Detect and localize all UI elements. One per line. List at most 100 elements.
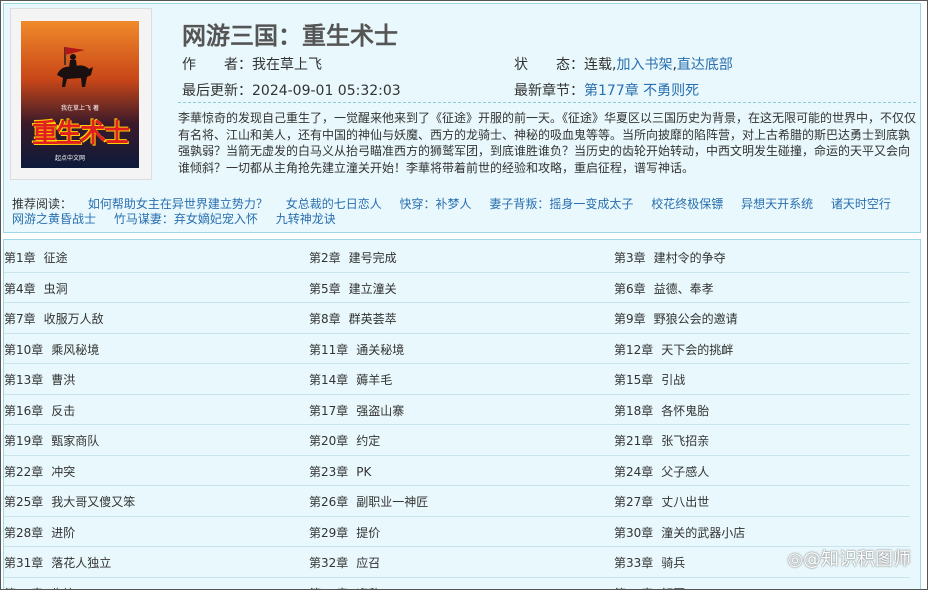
- chapter-number: 第34章: [4, 587, 43, 590]
- chapter-link[interactable]: 第5章 建立潼关: [309, 280, 397, 297]
- add-bookshelf-link[interactable]: 加入书架: [616, 57, 672, 73]
- recommend-link[interactable]: 网游之黄昏战士: [12, 212, 96, 226]
- chapter-link[interactable]: 第33章 骑兵: [614, 554, 685, 571]
- chapter-link[interactable]: 第29章 提价: [309, 524, 380, 541]
- chapter-number: 第21章: [614, 434, 654, 448]
- chapter-row: 第4章 虫洞 第5章 建立潼关 第6章 益德、奉孝: [4, 273, 910, 303]
- chapter-title: 野狼公会的邀请: [653, 312, 738, 326]
- chapter-title: 收服万人敌: [43, 312, 104, 326]
- chapter-row: 第7章 收服万人敌 第8章 群英荟萃 第9章 野狼公会的邀请: [4, 303, 910, 334]
- chapter-title: 丈八出世: [661, 495, 710, 509]
- watermark-text: 知识积图师: [821, 549, 911, 570]
- chapter-title: 落花人独立: [51, 556, 112, 570]
- book-cover[interactable]: 我在草上飞 著 重生术士 起点中文网: [10, 8, 152, 180]
- chapter-title: 益德、奉孝: [653, 281, 714, 296]
- chapter-link[interactable]: 第35章 迎敌: [309, 585, 380, 590]
- chapter-number: 第36章: [614, 587, 653, 590]
- chapter-link[interactable]: 第22章 冲突: [4, 463, 75, 480]
- chapter-link[interactable]: 第21章 张飞招亲: [614, 432, 709, 449]
- chapter-link[interactable]: 第16章 反击: [4, 402, 75, 419]
- chapter-row: 第19章 甄家商队 第20章 约定 第21章 张飞招亲: [4, 425, 910, 456]
- chapter-title: 天下会的挑衅: [661, 342, 734, 357]
- chapter-title: 解围: [661, 587, 685, 590]
- chapter-link[interactable]: 第3章 建村令的争夺: [614, 249, 726, 266]
- book-intro: 李華惊奇的发现自己重生了，一觉醒来他来到了《征途》开服的前一天。《征途》华夏区以…: [178, 111, 917, 175]
- status-label: 状 态：: [514, 57, 584, 73]
- goto-bottom-link[interactable]: 直达底部: [677, 57, 733, 73]
- chapter-number: 第24章: [614, 464, 654, 479]
- chapter-number: 第19章: [4, 434, 44, 448]
- chapter-link[interactable]: 第26章 副职业一神匠: [309, 493, 428, 510]
- chapter-link[interactable]: 第24章 父子感人: [614, 463, 709, 480]
- chapter-number: 第18章: [614, 403, 654, 418]
- chapter-row: 第13章 曹洪 第14章 薅羊毛 第15章 引战: [4, 364, 910, 395]
- recommend-link[interactable]: 校花终极保镖: [651, 197, 723, 211]
- chapter-number: 第26章: [309, 495, 349, 509]
- recommend-link[interactable]: 异想天开系统: [741, 197, 813, 211]
- chapter-number: 第35章: [309, 587, 348, 590]
- chapter-link[interactable]: 第4章 虫洞: [4, 280, 68, 297]
- recommend-link[interactable]: 如何帮助女主在异世界建立势力？: [88, 197, 268, 211]
- chapter-link[interactable]: 第14章 薅羊毛: [309, 371, 392, 388]
- chapter-number: 第13章: [4, 373, 44, 387]
- page-frame: 我在草上飞 著 重生术士 起点中文网 网游三国：重生术士 作 者：我在草上飞 状…: [0, 0, 928, 590]
- chapter-link[interactable]: 第11章 通关秘境: [309, 341, 404, 358]
- chapter-row: 第28章 进阶 第29章 提价 第30章 潼关的武器小店: [4, 517, 910, 547]
- chapter-title: 虫洞: [43, 281, 68, 296]
- chapter-number: 第29章: [309, 525, 349, 540]
- chapter-link[interactable]: 第32章 应召: [309, 554, 380, 571]
- chapter-link[interactable]: 第28章 进阶: [4, 524, 75, 541]
- recommend-link[interactable]: 妻子背叛：摇身一变成太子: [489, 197, 633, 211]
- cover-image: 我在草上飞 著 重生术士 起点中文网: [21, 21, 139, 168]
- chapter-title: 父子感人: [661, 464, 710, 479]
- latest-chapter-link[interactable]: 第177章 不勇则死: [584, 83, 699, 99]
- chapter-row: 第34章 先锋 第35章 迎敌 第36章 解围: [4, 578, 910, 590]
- chapter-link[interactable]: 第17章 强盗山寨: [309, 402, 404, 419]
- chapter-link[interactable]: 第36章 解围: [614, 585, 685, 590]
- chapter-link[interactable]: 第31章 落花人独立: [4, 554, 111, 571]
- chapter-link[interactable]: 第20章 约定: [309, 432, 380, 449]
- chapter-number: 第33章: [614, 556, 654, 570]
- chapter-link[interactable]: 第12章 天下会的挑衅: [614, 341, 733, 358]
- chapter-title: 曹洪: [51, 373, 76, 387]
- chapter-row: 第22章 冲突 第23章 PK 第24章 父子感人: [4, 456, 910, 486]
- chapter-title: 潼关的武器小店: [661, 525, 746, 540]
- chapter-link[interactable]: 第1章 征途: [4, 249, 68, 266]
- chapter-row: 第25章 我大哥又傻又笨 第26章 副职业一神匠 第27章 丈八出世: [4, 486, 910, 517]
- chapter-link[interactable]: 第2章 建号完成: [309, 249, 397, 266]
- book-title: 网游三国：重生术士: [182, 22, 398, 50]
- chapter-link[interactable]: 第19章 甄家商队: [4, 432, 99, 449]
- chapter-title: 副职业一神匠: [356, 495, 429, 509]
- chapter-link[interactable]: 第6章 益德、奉孝: [614, 280, 714, 297]
- recommend-label: 推荐阅读：: [12, 197, 73, 211]
- chapter-number: 第9章: [614, 312, 646, 326]
- chapter-number: 第23章: [309, 464, 349, 479]
- recommend-link[interactable]: 诸天时空行: [831, 197, 891, 211]
- recommend-link[interactable]: 九转神龙诀: [276, 212, 336, 226]
- recommend-link[interactable]: 快穿：补梦人: [400, 197, 472, 211]
- chapter-link[interactable]: 第23章 PK: [309, 463, 371, 480]
- chapter-title: 薅羊毛: [356, 373, 393, 387]
- chapter-link[interactable]: 第34章 先锋: [4, 585, 75, 590]
- chapter-title: 引战: [661, 373, 686, 387]
- chapter-link[interactable]: 第27章 丈八出世: [614, 493, 709, 510]
- chapter-link[interactable]: 第18章 各怀鬼胎: [614, 402, 709, 419]
- chapter-link[interactable]: 第15章 引战: [614, 371, 685, 388]
- chapter-title: 冲突: [51, 464, 76, 479]
- chapter-link[interactable]: 第9章 野狼公会的邀请: [614, 310, 738, 327]
- chapter-link[interactable]: 第30章 潼关的武器小店: [614, 524, 745, 541]
- chapter-link[interactable]: 第8章 群英荟萃: [309, 310, 397, 327]
- chapter-row: 第10章 乘风秘境 第11章 通关秘境 第12章 天下会的挑衅: [4, 334, 910, 364]
- chapter-link[interactable]: 第7章 收服万人敌: [4, 310, 104, 327]
- status-value: 连载,: [584, 57, 617, 73]
- chapter-link[interactable]: 第25章 我大哥又傻又笨: [4, 493, 135, 510]
- chapter-link[interactable]: 第10章 乘风秘境: [4, 341, 99, 358]
- chapter-number: 第8章: [309, 312, 341, 326]
- chapter-title: 建立潼关: [348, 281, 397, 296]
- chapter-number: 第27章: [614, 495, 654, 509]
- chapter-link[interactable]: 第13章 曹洪: [4, 371, 75, 388]
- recommend-link[interactable]: 竹马谋妻：弃女嫡妃宠入怀: [114, 212, 258, 226]
- chapter-number: 第6章: [614, 281, 646, 296]
- recommend-link[interactable]: 女总裁的七日恋人: [286, 197, 382, 211]
- chapter-title: 建号完成: [348, 251, 397, 265]
